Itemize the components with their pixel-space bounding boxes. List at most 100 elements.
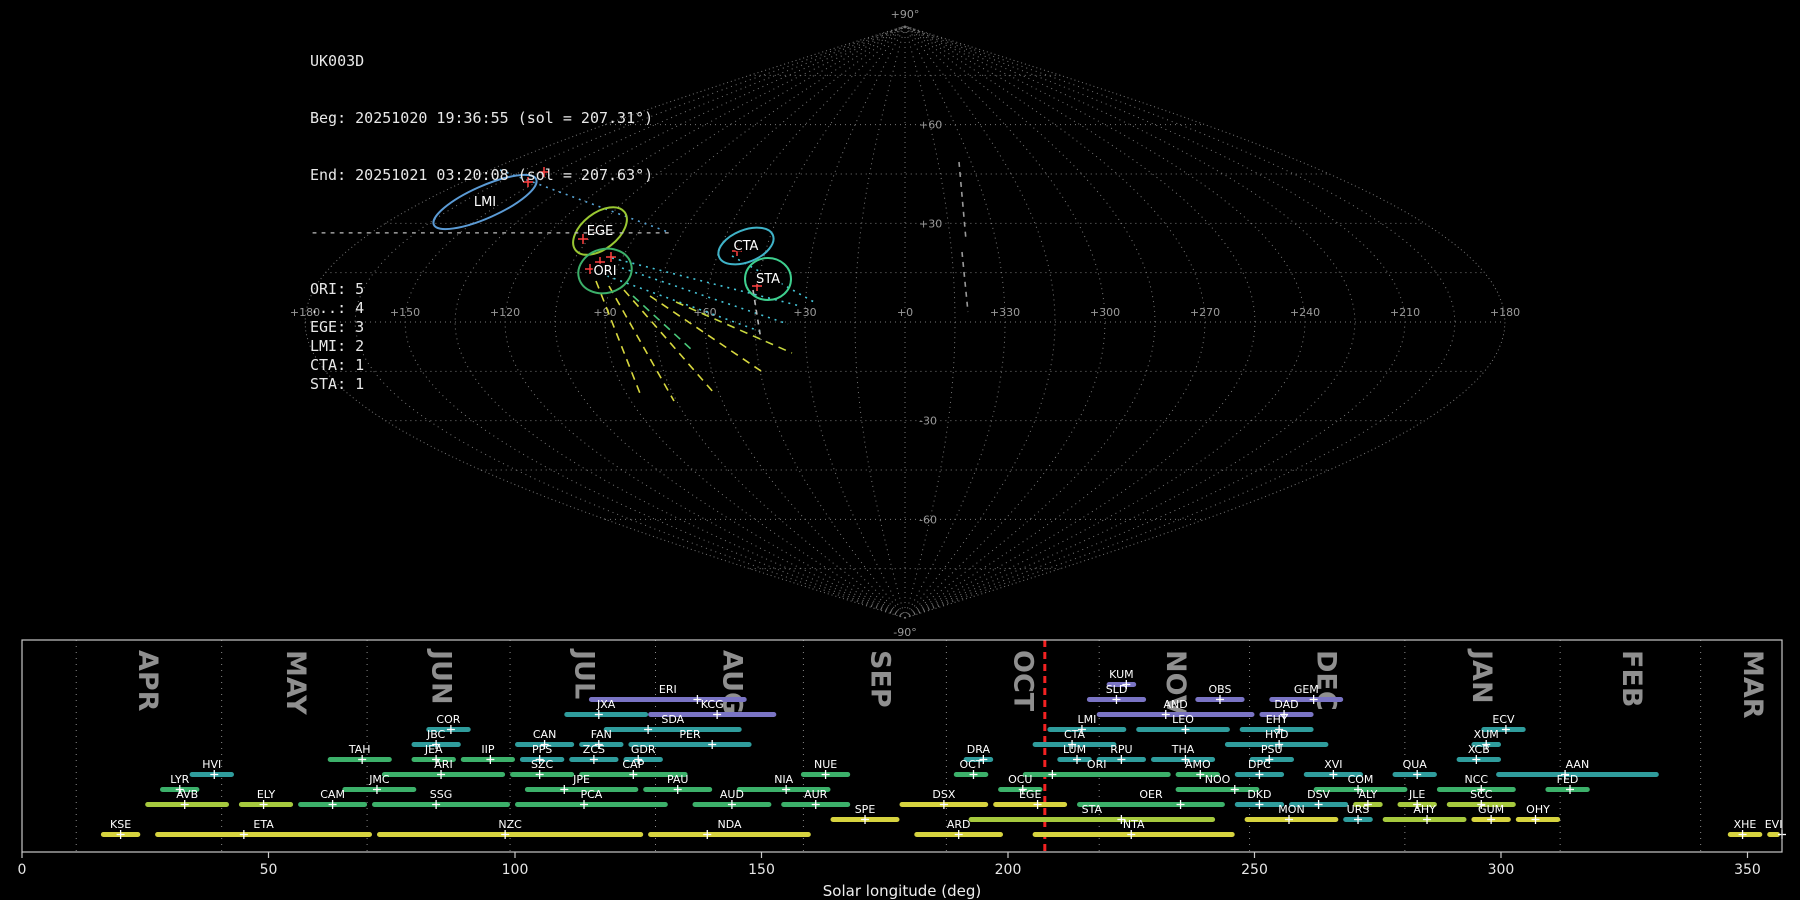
shower-peak-mark-NOO bbox=[1230, 785, 1239, 794]
shower-peak-mark-RPU bbox=[1117, 755, 1126, 764]
shower-peak-mark-XCB bbox=[1472, 755, 1481, 764]
shower-bar-label-OBS: OBS bbox=[1209, 683, 1232, 696]
shower-bar-label-ALY: ALY bbox=[1358, 788, 1377, 801]
shower-bar-label-FED: FED bbox=[1557, 773, 1579, 786]
shower-peak-mark-DKD bbox=[1255, 800, 1264, 809]
shower-bar-label-JEA: JEA bbox=[424, 743, 443, 756]
shower-bar-label-SCC: SCC bbox=[1470, 788, 1493, 801]
shower-peak-mark-URS bbox=[1354, 815, 1363, 824]
month-label: MAR bbox=[1737, 650, 1768, 719]
shower-bar-label-STA: STA bbox=[1082, 803, 1103, 816]
shower-peak-mark-ARD bbox=[954, 830, 963, 839]
shower-bar-label-JLE: JLE bbox=[1408, 788, 1425, 801]
shower-bar-label-IIP: IIP bbox=[481, 743, 494, 756]
shower-bar-label-PAU: PAU bbox=[667, 773, 689, 786]
shower-bar-label-XUM: XUM bbox=[1474, 728, 1499, 741]
shower-bar-label-JXA: JXA bbox=[596, 698, 616, 711]
shower-peak-mark-PER bbox=[708, 740, 717, 749]
shower-peak-mark-PCA bbox=[580, 800, 589, 809]
shower-peak-mark-JMC bbox=[372, 785, 381, 794]
shower-bar-label-AMO: AMO bbox=[1185, 758, 1211, 771]
shower-peak-mark-SSG bbox=[432, 800, 441, 809]
shower-peak-mark-DSX bbox=[939, 800, 948, 809]
shower-bar-label-TAH: TAH bbox=[348, 743, 371, 756]
shower-peak-mark-ECV bbox=[1501, 725, 1510, 734]
shower-bar-label-XHE: XHE bbox=[1734, 818, 1757, 831]
shower-peak-mark-MON bbox=[1285, 815, 1294, 824]
x-tick-label: 200 bbox=[995, 862, 1022, 878]
shower-bar-label-CAM: CAM bbox=[320, 788, 345, 801]
shower-bar-label-DKD: DKD bbox=[1247, 788, 1271, 801]
end-time-line: End: 20251021 03:20:08 (sol = 207.63°) bbox=[310, 166, 654, 184]
shower-bar-label-ORI: ORI bbox=[1087, 758, 1107, 771]
shower-bar-label-SDA: SDA bbox=[661, 713, 684, 726]
shower-peak-mark-JPE bbox=[560, 785, 569, 794]
shower-peak-mark-HVI bbox=[210, 770, 219, 779]
month-label: JAN bbox=[1466, 648, 1497, 704]
shower-bar-label-CAN: CAN bbox=[533, 728, 556, 741]
begin-time-line: Beg: 20251020 19:36:55 (sol = 207.31°) bbox=[310, 109, 654, 127]
shower-count-row: CTA: 1 bbox=[310, 356, 365, 374]
shower-bar-label-AAN: AAN bbox=[1566, 758, 1590, 771]
shower-bar-label-JBC: JBC bbox=[426, 728, 446, 741]
map-lon-label: +270 bbox=[1190, 306, 1220, 319]
radiant-plot-stage: +90° -90° +180 +150 +120 +90 +60 +30 +0 +330 +300 +… bbox=[0, 0, 1800, 900]
shower-count-row: ORI: 5 bbox=[310, 280, 365, 298]
shower-bar-label-HVI: HVI bbox=[202, 758, 221, 771]
observation-header: UK003D Beg: 20251020 19:36:55 (sol = 207… bbox=[310, 14, 671, 432]
shower-peak-mark-SLD bbox=[1112, 695, 1121, 704]
shower-peak-mark-IIP bbox=[486, 755, 495, 764]
shower-bar-label-ERI: ERI bbox=[659, 683, 677, 696]
shower-bar-label-PPS: PPS bbox=[532, 743, 552, 756]
shower-bar-label-NTA: NTA bbox=[1123, 818, 1145, 831]
x-tick-label: 150 bbox=[748, 862, 775, 878]
shower-peak-mark-CAM bbox=[328, 800, 337, 809]
x-tick-label: 100 bbox=[502, 862, 529, 878]
shower-peak-mark-OCT bbox=[969, 770, 978, 779]
shower-bar-label-AUD: AUD bbox=[720, 788, 744, 801]
shower-bar-label-DPC: DPC bbox=[1248, 758, 1271, 771]
shower-map-label-CTA: CTA bbox=[734, 239, 759, 254]
shower-bar-label-RPU: RPU bbox=[1110, 743, 1132, 756]
shower-bar-label-JPE: JPE bbox=[572, 773, 590, 786]
separator-line: ---------------------------------------- bbox=[310, 223, 672, 241]
shower-peak-mark-NZC bbox=[501, 830, 510, 839]
shower-bar-label-OHY: OHY bbox=[1526, 803, 1550, 816]
shower-peak-mark-NUE bbox=[821, 770, 830, 779]
shower-bar-label-URS: URS bbox=[1347, 803, 1370, 816]
shower-bar-NZC bbox=[377, 832, 644, 837]
shower-bar-label-JMC: JMC bbox=[368, 773, 390, 786]
shower-peak-mark-PAU bbox=[673, 785, 682, 794]
map-lat-label: -60 bbox=[919, 513, 937, 526]
shower-peak-mark-SDA bbox=[644, 725, 653, 734]
shower-count-row: ...: 4 bbox=[310, 299, 365, 317]
shower-bar-label-ARI: ARI bbox=[434, 758, 452, 771]
shower-bar-label-ZCS: ZCS bbox=[583, 743, 605, 756]
shower-bar-PCA bbox=[515, 802, 668, 807]
map-pole-bottom-label: -90° bbox=[893, 626, 916, 639]
shower-bar-NDA bbox=[648, 832, 811, 837]
shower-bar-label-HYD: HYD bbox=[1265, 728, 1288, 741]
month-label: SEP bbox=[864, 650, 895, 708]
shower-bar-SSG bbox=[372, 802, 510, 807]
shower-bar-label-KSE: KSE bbox=[110, 818, 131, 831]
shower-peak-mark-ARI bbox=[437, 770, 446, 779]
shower-bar-label-ETA: ETA bbox=[253, 818, 274, 831]
shower-peak-mark-LEO bbox=[1181, 725, 1190, 734]
shower-bar-label-SSG: SSG bbox=[430, 788, 453, 801]
shower-bar-label-GUM: GUM bbox=[1478, 803, 1504, 816]
shower-peak-mark-EGE bbox=[1033, 800, 1042, 809]
month-label: JUN bbox=[426, 648, 457, 705]
shower-bar-label-OCT: OCT bbox=[959, 758, 982, 771]
sky-chart-svg: +90°-90°+180 +150 +120 +90 +60 +30 +0 +330 +300 +… bbox=[18, 8, 1786, 900]
shower-bar-label-LMI: LMI bbox=[1077, 713, 1096, 726]
shower-peak-mark-DSV bbox=[1314, 800, 1323, 809]
shower-map-label-STA: STA bbox=[756, 272, 780, 287]
shower-bar-label-EVI: EVI bbox=[1765, 818, 1783, 831]
shower-bar-label-QUA: QUA bbox=[1403, 758, 1428, 771]
shower-bar-label-EGE: EGE bbox=[1019, 788, 1041, 801]
shower-peak-mark-TAH bbox=[358, 755, 367, 764]
shower-bar-label-NDA: NDA bbox=[717, 818, 742, 831]
shower-bar-label-OCU: OCU bbox=[1008, 773, 1032, 786]
shower-bar-STA bbox=[968, 817, 1216, 822]
